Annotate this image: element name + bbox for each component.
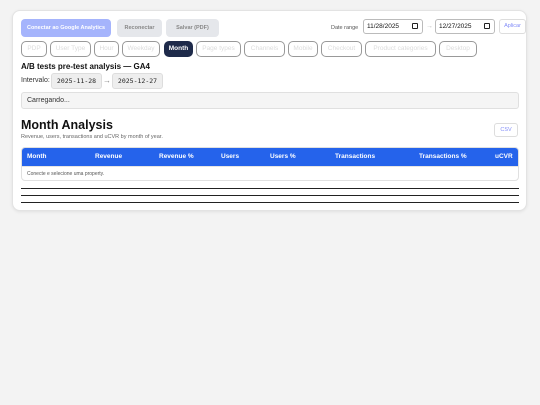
connect-google-analytics-button[interactable]: Conectar ao Google Analytics <box>21 19 111 37</box>
calendar-icon[interactable] <box>412 23 418 29</box>
date-end-field[interactable]: 12/27/2025 <box>435 19 495 34</box>
column-header-users-pct[interactable]: Users % <box>270 148 296 166</box>
column-header-revenue[interactable]: Revenue <box>95 148 122 166</box>
tab-channels[interactable]: Channels <box>244 41 285 57</box>
reconnect-button[interactable]: Reconectar <box>117 19 162 37</box>
divider <box>21 188 519 189</box>
column-header-users[interactable]: Users <box>221 148 239 166</box>
tab-pdp[interactable]: PDP <box>21 41 47 57</box>
calendar-icon[interactable] <box>484 23 490 29</box>
tab-checkout[interactable]: Checkout <box>321 41 362 57</box>
loading-status: Carregando... <box>21 92 519 109</box>
column-header-transactions[interactable]: Transactions <box>335 148 375 166</box>
date-start-value: 11/28/2025 <box>367 23 400 30</box>
interval-arrow: → <box>103 76 111 85</box>
tab-page-types[interactable]: Page types <box>196 41 241 57</box>
save-pdf-button[interactable]: Salvar (PDF) <box>166 19 219 37</box>
tab-mobile[interactable]: Mobile <box>288 41 318 57</box>
section-subtitle: Revenue, users, transactions and uCVR by… <box>21 134 163 140</box>
tab-bar: PDP User Type Hour Weekday Month Page ty… <box>21 41 518 57</box>
apply-button[interactable]: Aplicar <box>499 19 526 34</box>
toolbar: Conectar ao Google Analytics Reconectar … <box>21 19 526 37</box>
interval-label: Intervalo: <box>21 77 50 84</box>
table-header: Month Revenue Revenue % Users Users % Tr… <box>22 148 518 166</box>
date-end-value: 12/27/2025 <box>439 23 472 30</box>
date-start-field[interactable]: 11/28/2025 <box>363 19 423 34</box>
tab-hour[interactable]: Hour <box>94 41 119 57</box>
tab-product-categories[interactable]: Product categories <box>365 41 436 57</box>
tab-user-type[interactable]: User Type <box>50 41 91 57</box>
table-empty-row: Conecte e selecione uma property. <box>22 166 518 180</box>
column-header-ucvr[interactable]: uCVR <box>495 148 513 166</box>
column-header-month[interactable]: Month <box>27 148 47 166</box>
date-range-arrow: → <box>426 23 433 30</box>
section-title: Month Analysis <box>21 118 113 132</box>
csv-export-button[interactable]: CSV <box>494 123 518 137</box>
tab-desktop[interactable]: Desktop <box>439 41 477 57</box>
divider <box>21 195 519 196</box>
month-table: Month Revenue Revenue % Users Users % Tr… <box>21 147 519 181</box>
tab-weekday[interactable]: Weekday <box>122 41 160 57</box>
column-header-revenue-pct[interactable]: Revenue % <box>159 148 194 166</box>
interval-start-chip: 2025-11-28 <box>51 73 102 89</box>
divider <box>21 202 519 203</box>
interval-end-chip: 2025-12-27 <box>112 73 163 89</box>
tab-month[interactable]: Month <box>164 41 193 57</box>
column-header-transactions-pct[interactable]: Transactions % <box>419 148 467 166</box>
date-range-label: Date range <box>331 25 359 31</box>
page-title: A/B tests pre-test analysis — GA4 <box>21 62 150 71</box>
main-card: Conectar ao Google Analytics Reconectar … <box>12 10 527 211</box>
